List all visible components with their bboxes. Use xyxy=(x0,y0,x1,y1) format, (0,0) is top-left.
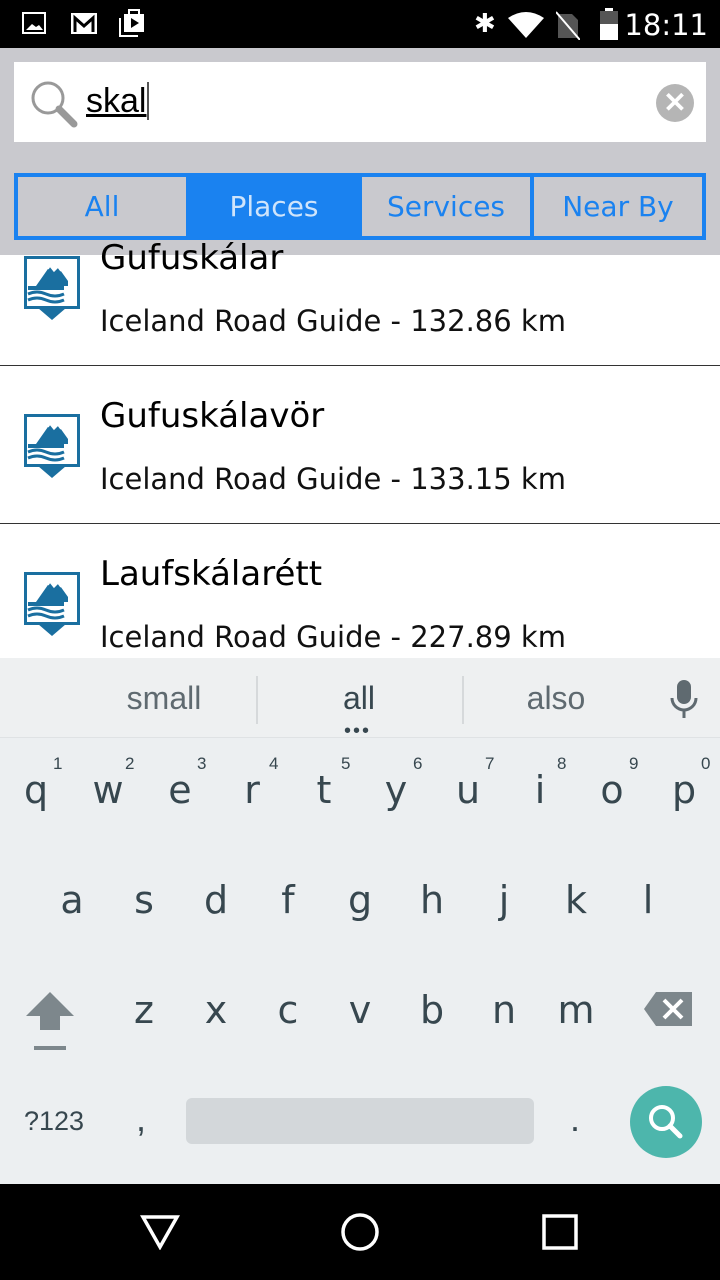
key-o[interactable]: o xyxy=(576,768,648,812)
key-hint: 4 xyxy=(269,754,279,773)
recents-icon[interactable] xyxy=(542,1214,578,1250)
key-u[interactable]: u xyxy=(432,768,504,812)
clock: 18:11 xyxy=(624,8,708,42)
key-g[interactable]: g xyxy=(324,878,396,922)
result-subtitle: Iceland Road Guide - 227.89 km xyxy=(100,620,566,654)
no-sim-icon xyxy=(556,11,580,40)
place-icon xyxy=(24,414,80,485)
status-bar: ✱ 18:11 xyxy=(0,0,720,48)
key-hint: 9 xyxy=(629,754,639,773)
space-key[interactable] xyxy=(186,1098,534,1144)
key-q[interactable]: q xyxy=(0,768,72,812)
divider xyxy=(256,676,258,724)
key-t[interactable]: t xyxy=(288,768,360,812)
microphone-icon[interactable] xyxy=(668,678,700,720)
search-query[interactable]: skal xyxy=(86,82,150,120)
result-name: Laufskálarétt xyxy=(100,554,323,594)
search-input[interactable]: skal ✕ xyxy=(14,62,706,142)
search-icon xyxy=(31,81,78,128)
key-v[interactable]: v xyxy=(324,988,396,1032)
more-suggestions-icon[interactable]: ••• xyxy=(344,720,371,743)
result-subtitle: Iceland Road Guide - 132.86 km xyxy=(100,304,566,338)
result-item[interactable]: Laufskálarétt Iceland Road Guide - 227.89… xyxy=(0,524,720,658)
back-icon[interactable] xyxy=(140,1214,180,1250)
key-l[interactable]: l xyxy=(612,878,684,922)
suggestion-strip: small all ••• also xyxy=(0,658,720,742)
key-y[interactable]: y xyxy=(360,768,432,812)
key-hint: 3 xyxy=(197,754,207,773)
key-d[interactable]: d xyxy=(180,878,252,922)
keyboard: small all ••• also ?123 , . q1w2e3r4t5y6… xyxy=(0,658,720,1184)
key-i[interactable]: i xyxy=(504,768,576,812)
result-subtitle: Iceland Road Guide - 133.15 km xyxy=(100,462,566,496)
period-key[interactable]: . xyxy=(570,1098,580,1140)
key-c[interactable]: c xyxy=(252,988,324,1032)
suggestion[interactable]: also xyxy=(456,680,656,717)
symbols-key[interactable]: ?123 xyxy=(24,1106,84,1137)
search-icon xyxy=(649,1105,683,1139)
battery-icon xyxy=(600,8,618,40)
play-store-icon xyxy=(119,9,144,37)
home-icon[interactable] xyxy=(340,1212,380,1252)
key-hint: 2 xyxy=(125,754,135,773)
key-r[interactable]: r xyxy=(216,768,288,812)
place-icon xyxy=(24,256,80,327)
key-n[interactable]: n xyxy=(468,988,540,1032)
key-x[interactable]: x xyxy=(180,988,252,1032)
key-m[interactable]: m xyxy=(540,988,612,1032)
place-icon xyxy=(24,572,80,643)
shift-icon[interactable] xyxy=(24,992,76,1054)
clear-icon[interactable]: ✕ xyxy=(656,84,694,122)
key-f[interactable]: f xyxy=(252,878,324,922)
result-name: Gufuskálavör xyxy=(100,396,325,436)
suggestion[interactable]: all xyxy=(259,680,459,717)
bluetooth-icon: ✱ xyxy=(474,8,496,38)
navigation-bar xyxy=(0,1184,720,1280)
key-a[interactable]: a xyxy=(36,878,108,922)
result-item[interactable]: Gufuskálavör Iceland Road Guide - 133.15 … xyxy=(0,366,720,524)
comma-key[interactable]: , xyxy=(136,1098,146,1140)
key-e[interactable]: e xyxy=(144,768,216,812)
key-hint: 1 xyxy=(53,754,63,773)
gmail-icon xyxy=(71,13,97,34)
key-hint: 6 xyxy=(413,754,423,773)
result-name: Gufuskálar xyxy=(100,238,284,278)
key-s[interactable]: s xyxy=(108,878,180,922)
result-item[interactable]: Gufuskálar Iceland Road Guide - 132.86 km xyxy=(0,210,720,366)
key-z[interactable]: z xyxy=(108,988,180,1032)
key-w[interactable]: w xyxy=(72,768,144,812)
key-hint: 5 xyxy=(341,754,351,773)
key-k[interactable]: k xyxy=(540,878,612,922)
key-b[interactable]: b xyxy=(396,988,468,1032)
results-list: Gufuskálar Iceland Road Guide - 132.86 km… xyxy=(0,210,720,658)
wifi-icon xyxy=(508,12,544,38)
backspace-icon[interactable] xyxy=(644,992,694,1028)
key-hint: 7 xyxy=(485,754,495,773)
key-hint: 0 xyxy=(701,754,711,773)
key-hint: 8 xyxy=(557,754,567,773)
key-p[interactable]: p xyxy=(648,768,720,812)
key-j[interactable]: j xyxy=(468,878,540,922)
search-key[interactable] xyxy=(630,1086,702,1158)
key-h[interactable]: h xyxy=(396,878,468,922)
image-icon xyxy=(22,12,46,34)
suggestion[interactable]: small xyxy=(64,680,264,717)
